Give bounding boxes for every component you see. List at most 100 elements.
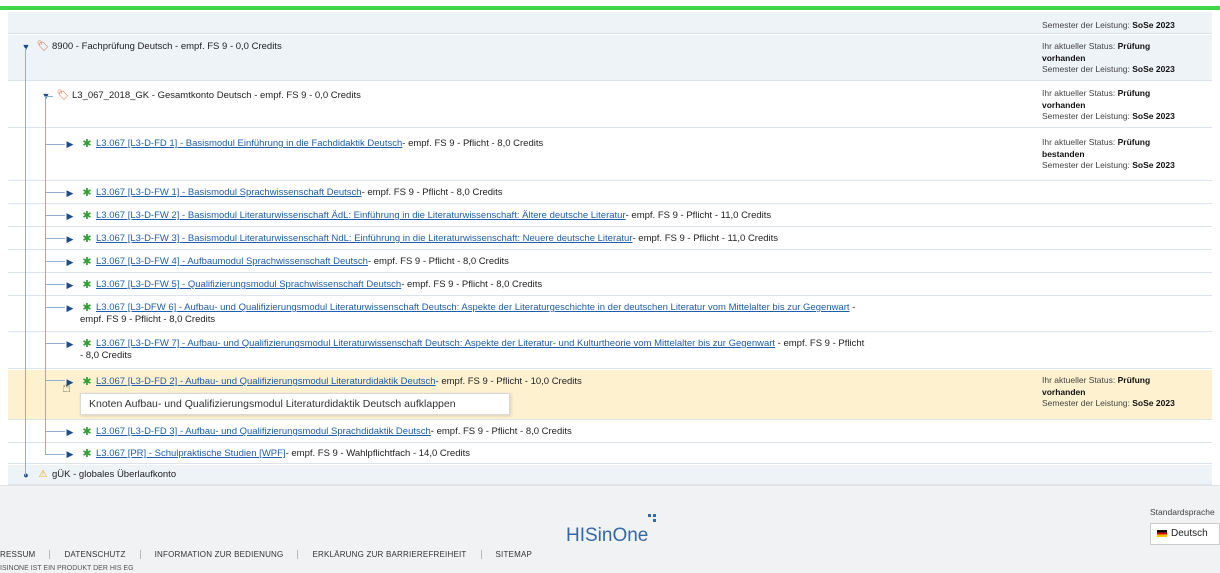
tree-row-gesamtkonto: ▼ 🏷 L3_067_2018_GK - Gesamtkonto Deutsch… [8, 82, 1212, 128]
tree-connector [45, 96, 46, 454]
status-label: Ihr aktueller Status: [1042, 41, 1116, 51]
mouse-cursor-icon: ☝ [62, 379, 72, 396]
semester-value: SoSe 2023 [1132, 20, 1175, 30]
tree-row-module: ▶ ✱ L3.067 [L3-D-FW 1] - Basismodul Spra… [8, 182, 1212, 204]
tree-row-module: ▶ ✱ L3.067 [L3-D-FD 1] - Basismodul Einf… [8, 129, 1212, 181]
module-meta-cont: empf. FS 9 - Pflicht - 8,0 Credits [80, 314, 216, 325]
tree-connector [25, 48, 26, 476]
status-value: Prüfung [1117, 41, 1151, 51]
tree-row-module: ▶ ✱ L3.067 [L3-D-FW 7] - Aufbau- und Qua… [8, 333, 1212, 369]
tree-node-label: ▶ ✱ L3.067 [L3-D-FD 1] - Basismodul Einf… [64, 138, 544, 150]
footer-link-barrierefreiheit[interactable]: ERKLÄRUNG ZUR BARRIEREFREIHEIT [312, 550, 482, 559]
status-block: Ihr aktueller Status: Prüfung vorhanden … [1042, 41, 1212, 76]
caret-right-icon[interactable]: ▶ [64, 302, 76, 314]
node-title: 8900 - Fachprüfung Deutsch - empf. FS 9 … [52, 41, 282, 52]
module-link[interactable]: L3.067 [L3-DFW 6] - Aufbau- und Qualifiz… [96, 302, 850, 313]
semester-label: Semester der Leistung: [1042, 160, 1130, 170]
tooltip: Knoten Aufbau- und Qualifizierungsmodul … [80, 393, 510, 415]
tree-node-label: ▶ ✱ L3.067 [L3-D-FD 3] - Aufbau- und Qua… [64, 426, 572, 438]
tree-node-label: ▼ 🏷 8900 - Fachprüfung Deutsch - empf. F… [20, 41, 282, 53]
tree-row-module: ▶ ✱ L3.067 [L3-D-FD 3] - Aufbau- und Qua… [8, 421, 1212, 443]
module-link[interactable]: L3.067 [L3-D-FD 2] - Aufbau- und Qualifi… [96, 376, 436, 388]
tree-node-label: ▶ ✱ L3.067 [L3-D-FW 2] - Basismodul Lite… [64, 210, 772, 222]
tree-connector [45, 307, 65, 308]
footer-link-impressum[interactable]: RESSUM [0, 550, 51, 559]
tree-node-label: ▶ ✱ L3.067 [L3-D-FW 3] - Basismodul Lite… [64, 233, 779, 245]
caret-right-icon[interactable]: ▶ [64, 256, 76, 268]
module-meta: - empf. FS 9 - Pflicht - 8,0 Credits [401, 279, 543, 290]
footer-link-bedienung[interactable]: INFORMATION ZUR BEDIENUNG [155, 550, 299, 559]
semester-label: Semester der Leistung: [1042, 398, 1130, 408]
module-meta: - empf. FS 9 - Pflicht - 8,0 Credits [361, 187, 503, 198]
tree-connector [45, 215, 65, 216]
tree-node-label: ▶ ✱ L3.067 [L3-D-FW 4] - Aufbaumodul Spr… [64, 256, 509, 268]
status-label: Ihr aktueller Status: [1042, 137, 1116, 147]
language-value: Deutsch [1171, 528, 1208, 539]
node-title: gÜK - globales Überlaufkonto [52, 469, 177, 480]
module-link[interactable]: L3.067 [L3-D-FW 1] - Basismodul Sprachwi… [96, 187, 362, 199]
tree-node-label: ▼ 🏷 L3_067_2018_GK - Gesamtkonto Deutsch… [40, 90, 361, 102]
module-link[interactable]: L3.067 [L3-D-FW 7] - Aufbau- und Qualifi… [96, 338, 775, 349]
caret-right-icon[interactable]: ▶ [64, 210, 76, 222]
language-select[interactable]: Deutsch [1150, 523, 1220, 545]
caret-right-icon[interactable]: ▶ [64, 426, 76, 438]
status-block: Ihr aktueller Status: Prüfung vorhanden … [1042, 375, 1212, 410]
caret-right-icon[interactable]: ▶ [64, 279, 76, 291]
caret-down-icon[interactable]: ▼ [20, 41, 32, 53]
status-value-cont: vorhanden [1042, 386, 1086, 397]
status-block: Ihr aktueller Status: Prüfung vorhanden … [1042, 88, 1212, 123]
tag-icon: 🏷 [56, 90, 70, 101]
tree-row-module: ▶ ✱ L3.067 [L3-D-FW 2] - Basismodul Lite… [8, 205, 1212, 227]
tree-connector [45, 261, 65, 262]
status-value-cont: vorhanden [1042, 52, 1086, 63]
puzzle-icon: ✱ [82, 376, 92, 388]
status-value-cont: bestanden [1042, 148, 1085, 159]
module-meta: - empf. FS 9 - Wahlpflichtfach - 14,0 Cr… [285, 448, 470, 459]
module-link[interactable]: L3.067 [L3-D-FW 5] - Qualifizierungsmodu… [96, 279, 401, 291]
status-block: Ihr aktueller Status: Prüfung bestanden … [1042, 137, 1212, 172]
module-link[interactable]: L3.067 [PR] - Schulpraktische Studien [W… [96, 448, 286, 460]
tree-node-label: ▶ ✱ L3.067 [PR] - Schulpraktische Studie… [64, 448, 470, 460]
tree-row-module: ▶ ✱ L3.067 [PR] - Schulpraktische Studie… [8, 444, 1212, 464]
puzzle-icon: ✱ [82, 138, 92, 150]
caret-right-icon[interactable]: ▶ [64, 448, 76, 460]
warning-icon: ⚠ [38, 469, 48, 480]
tree-row-module: ▶ ✱ L3.067 [L3-D-FW 3] - Basismodul Lite… [8, 228, 1212, 250]
module-link[interactable]: L3.067 [L3-D-FW 2] - Basismodul Literatu… [96, 210, 626, 222]
caret-right-icon[interactable]: ▶ [64, 338, 76, 350]
tree-row-fachpruefung: ▼ 🏷 8900 - Fachprüfung Deutsch - empf. F… [8, 35, 1212, 81]
tree-row-previous: Semester der Leistung: SoSe 2023 [8, 12, 1212, 34]
tree-row-module: ▶ ✱ L3.067 [L3-D-FW 4] - Aufbaumodul Spr… [8, 251, 1212, 273]
tree-connector [45, 343, 65, 344]
puzzle-icon: ✱ [82, 338, 92, 350]
tree-connector [45, 144, 65, 145]
module-meta: - empf. FS 9 - Pflicht - 11,0 Credits [625, 210, 772, 221]
tree-node-label: ▶ ✱ L3.067 [L3-D-FW 5] - Qualifizierungs… [64, 279, 543, 291]
tree-connector [45, 192, 65, 193]
tree-node-label: ▶ ✱ L3.067 [L3-D-FW 1] - Basismodul Spra… [64, 187, 503, 199]
module-meta: - [849, 302, 856, 313]
footer-link-sitemap[interactable]: SITEMAP [496, 550, 547, 559]
bullet-icon: ● [23, 470, 29, 480]
status-block: Semester der Leistung: SoSe 2023 [1042, 20, 1212, 32]
semester-label: Semester der Leistung: [1042, 111, 1130, 121]
hisinone-logo[interactable]: HISinOne [566, 525, 648, 547]
progress-bar [0, 6, 1220, 10]
semester-value: SoSe 2023 [1132, 111, 1175, 121]
semester-value: SoSe 2023 [1132, 398, 1175, 408]
footer-link-datenschutz[interactable]: DATENSCHUTZ [64, 550, 141, 559]
module-link[interactable]: L3.067 [L3-D-FW 4] - Aufbaumodul Sprachw… [96, 256, 368, 268]
puzzle-icon: ✱ [82, 256, 92, 268]
caret-right-icon[interactable]: ▶ [64, 138, 76, 150]
caret-right-icon[interactable]: ▶ [64, 187, 76, 199]
tree-node-label: ▶ ✱ L3.067 [L3-DFW 6] - Aufbau- und Qual… [64, 302, 856, 326]
tree-row-module: ▶ ✱ L3.067 [L3-DFW 6] - Aufbau- und Qual… [8, 297, 1212, 332]
caret-right-icon[interactable]: ▶ [64, 233, 76, 245]
module-link[interactable]: L3.067 [L3-D-FD 1] - Basismodul Einführu… [96, 138, 402, 150]
module-link[interactable]: L3.067 [L3-D-FW 3] - Basismodul Literatu… [96, 233, 633, 245]
semester-value: SoSe 2023 [1132, 64, 1175, 74]
module-link[interactable]: L3.067 [L3-D-FD 3] - Aufbau- und Qualifi… [96, 426, 431, 438]
status-label: Ihr aktueller Status: [1042, 375, 1116, 385]
puzzle-icon: ✱ [82, 302, 92, 314]
tag-icon: 🏷 [36, 41, 50, 52]
